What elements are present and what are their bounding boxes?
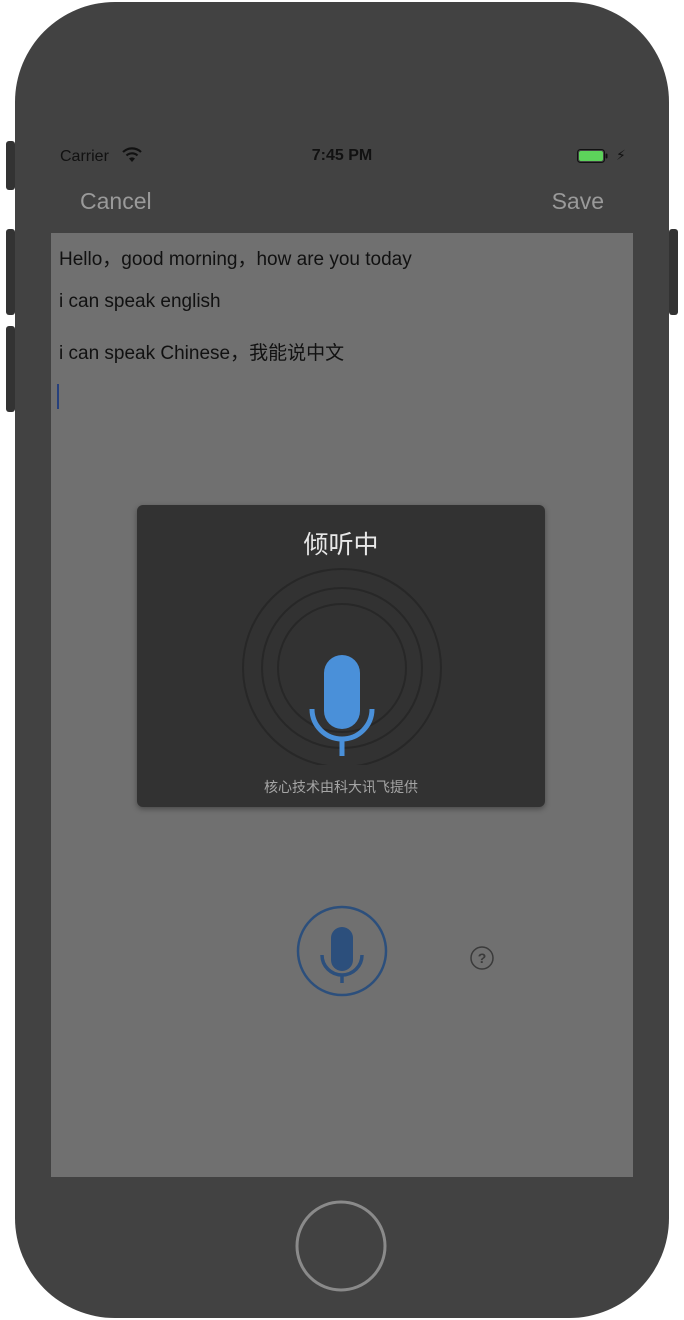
- charging-icon: ⚡: [616, 147, 626, 163]
- text-line: i can speak Chinese，我能说中文: [59, 343, 345, 364]
- listening-microphone-icon: [242, 568, 442, 765]
- status-bar: Carrier 7:45 PM ⚡: [51, 140, 633, 174]
- screen-content: Hello，good morning，how are you today i c…: [51, 233, 633, 1177]
- question-circle-icon[interactable]: ?: [469, 945, 495, 971]
- listening-title: 倾听中: [303, 531, 379, 559]
- power-button: [669, 229, 678, 315]
- record-microphone-button[interactable]: [296, 905, 388, 997]
- text-caret: [57, 384, 59, 409]
- cancel-button[interactable]: Cancel: [80, 188, 152, 215]
- volume-down-button: [6, 326, 15, 412]
- text-line: Hello，good morning，how are you today: [59, 249, 412, 270]
- battery-icon: [577, 149, 608, 163]
- silent-switch: [6, 141, 15, 190]
- status-time: 7:45 PM: [311, 147, 373, 164]
- save-button[interactable]: Save: [552, 188, 604, 215]
- powered-by-label: 核心技术由科大讯飞提供: [264, 779, 418, 795]
- voice-recognition-dialog: 倾听中 核心技术由科大讯飞提供: [137, 505, 545, 807]
- navigation-bar: Cancel Save: [51, 180, 633, 224]
- text-editor[interactable]: Hello，good morning，how are you today i c…: [57, 233, 625, 413]
- help-symbol: ?: [478, 950, 487, 966]
- volume-up-button: [6, 229, 15, 315]
- text-line: i can speak english: [59, 291, 221, 312]
- home-button[interactable]: [295, 1200, 387, 1292]
